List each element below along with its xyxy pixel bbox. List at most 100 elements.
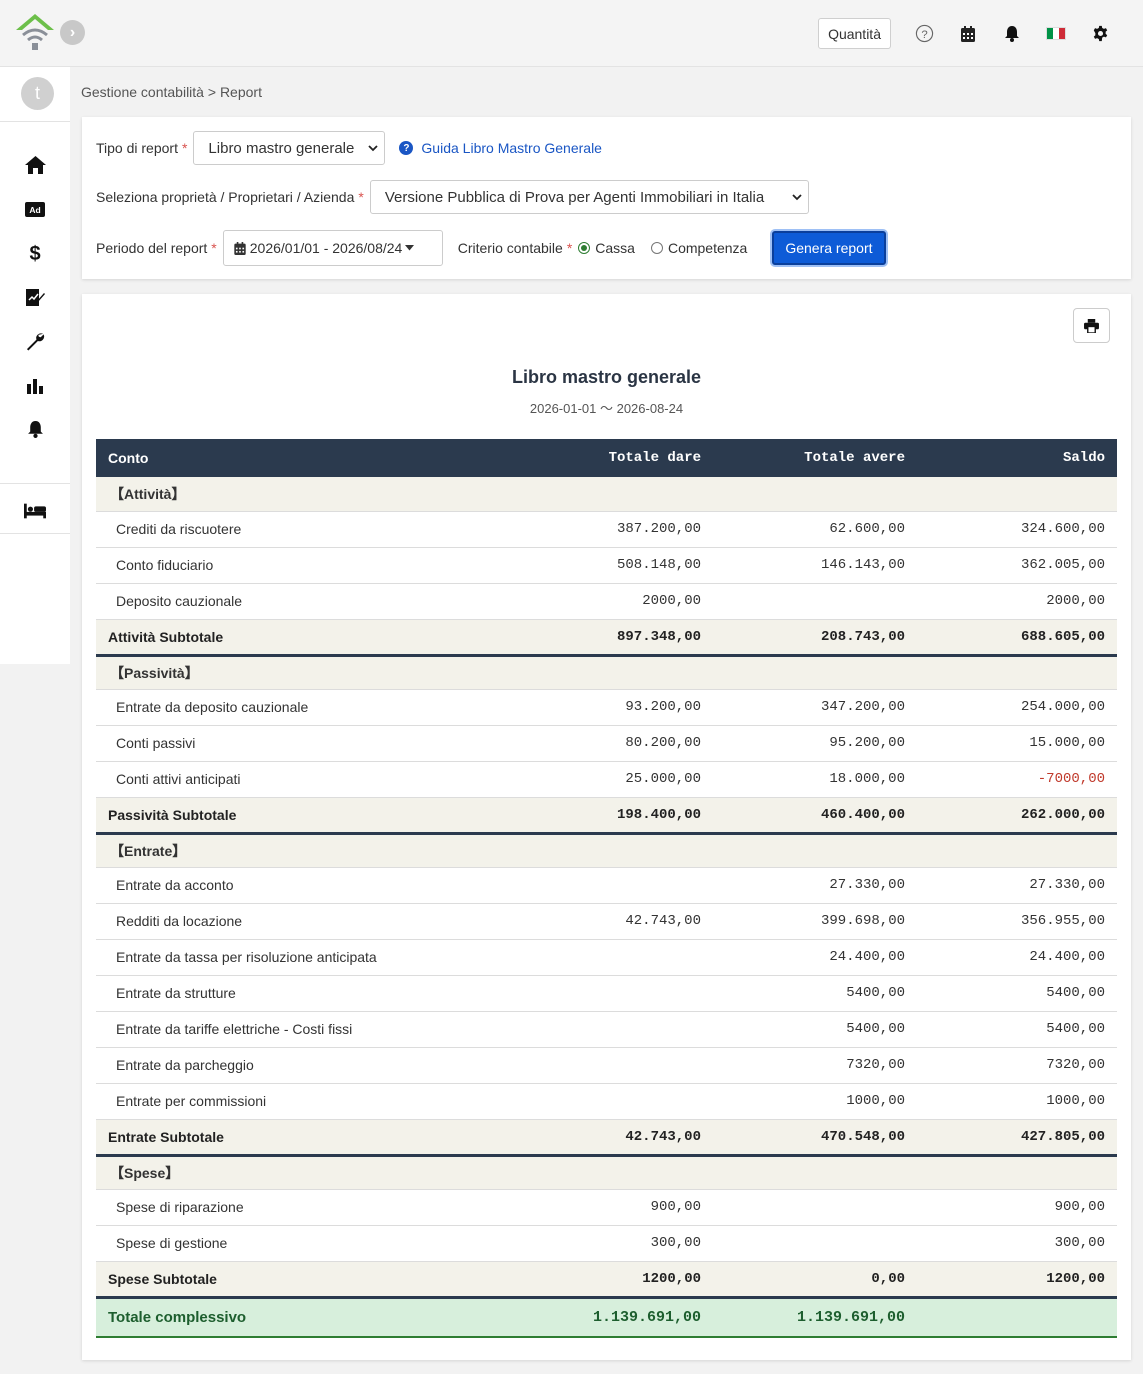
table-row[interactable]: Entrate per commissioni 1000,00 1000,00 (96, 1083, 1117, 1120)
property-value: Versione Pubblica di Prova per Agenti Im… (384, 188, 765, 206)
cash-option-label[interactable]: Cassa (595, 240, 635, 256)
account-name: Conti passivi (96, 725, 513, 762)
table-row[interactable]: Redditi da locazione 42.743,00 399.698,00 3… (96, 903, 1117, 940)
help-icon[interactable]: ? (913, 23, 935, 45)
table-row[interactable]: Entrate da parcheggio 7320,00 7320,00 (96, 1047, 1117, 1084)
ad-icon[interactable]: Ad (24, 198, 46, 220)
breadcrumb: Gestione contabilità > Report (81, 84, 262, 100)
report-filter-panel: Tipo di report * Libro mastro generale ?… (82, 117, 1131, 279)
account-name: Entrate da tassa per risoluzione anticip… (96, 939, 513, 976)
breadcrumb-parent[interactable]: Gestione contabilità (81, 84, 204, 100)
account-name: Entrate per commissioni (96, 1083, 513, 1120)
balance-value: 2000,00 (917, 583, 1117, 620)
column-header-account: Conto (96, 439, 513, 477)
account-name: Conto fiduciario (96, 547, 513, 584)
credit-value (713, 1225, 917, 1262)
credit-value: 399.698,00 (713, 903, 917, 940)
sidebar-divider (0, 121, 70, 122)
account-name: Entrate da parcheggio (96, 1047, 513, 1084)
subtotal-credit: 470.548,00 (713, 1119, 917, 1157)
subtotal-label: Attività Subtotale (96, 619, 513, 657)
table-row[interactable]: Conti attivi anticipati 25.000,00 18.000,0… (96, 761, 1117, 798)
cash-radio[interactable] (578, 242, 591, 254)
subtotal-debit: 198.400,00 (513, 797, 713, 835)
credit-value: 1000,00 (713, 1083, 917, 1120)
ledger-body: 【Attività】 Crediti da riscuotere 387.200,0… (96, 477, 1117, 1338)
balance-value: 254.000,00 (917, 689, 1117, 726)
table-row[interactable]: Entrate da acconto 27.330,00 27.330,00 (96, 867, 1117, 904)
account-name: Conti attivi anticipati (96, 761, 513, 798)
help-icon: ? (399, 141, 414, 155)
subtotal-debit: 42.743,00 (513, 1119, 713, 1157)
subtotal-credit: 0,00 (713, 1261, 917, 1299)
table-row[interactable]: Crediti da riscuotere 387.200,00 62.600,00… (96, 511, 1117, 548)
subtotal-row: Passività Subtotale 198.400,00 460.400,00 2… (96, 797, 1117, 835)
date-range-picker[interactable]: 2026/01/01 - 2026/08/24 (222, 230, 443, 266)
period-label: Periodo del report (96, 240, 208, 256)
calendar-icon[interactable] (957, 23, 979, 45)
table-row[interactable]: Conto fiduciario 508.148,00 146.143,00 362.… (96, 547, 1117, 584)
section-header-row: 【Passività】 (96, 655, 1117, 690)
required-mark: * (181, 140, 188, 156)
table-row[interactable]: Entrate da strutture 5400,00 5400,00 (96, 975, 1117, 1012)
balance-value: 5400,00 (917, 975, 1117, 1012)
accrual-radio[interactable] (650, 242, 663, 254)
section-header-row: 【Entrate】 (96, 833, 1117, 868)
section-title: 【Spese】 (96, 1155, 1117, 1190)
svg-text:Ad: Ad (29, 205, 40, 215)
debit-value (513, 975, 713, 1012)
generate-report-button[interactable]: Genera report (772, 231, 886, 265)
subtotal-balance: 262.000,00 (917, 797, 1117, 835)
print-button[interactable] (1073, 308, 1110, 343)
table-row[interactable]: Entrate da deposito cauzionale 93.200,00 3… (96, 689, 1117, 726)
top-bar: › Quantità ? (0, 0, 1143, 67)
gear-icon[interactable] (1089, 23, 1111, 45)
criterion-label: Criterio contabile (457, 240, 563, 256)
table-row[interactable]: Spese di gestione 300,00 300,00 (96, 1225, 1117, 1262)
notifications-icon[interactable] (24, 418, 46, 440)
credit-value: 24.400,00 (713, 939, 917, 976)
sidebar-divider (0, 533, 70, 534)
column-header-balance: Saldo (917, 439, 1117, 477)
grand-total-balance (917, 1296, 1117, 1338)
account-name: Spese di gestione (96, 1225, 513, 1262)
italy-flag-icon[interactable] (1045, 23, 1067, 45)
avatar[interactable]: t (21, 77, 54, 110)
bar-chart-icon[interactable] (24, 374, 46, 396)
required-mark: * (566, 240, 573, 256)
table-row[interactable]: Deposito cauzionale 2000,00 2000,00 (96, 583, 1117, 620)
bell-icon[interactable] (1001, 23, 1023, 45)
chevron-down-icon (368, 141, 379, 155)
subtotal-credit: 460.400,00 (713, 797, 917, 835)
home-icon[interactable] (24, 154, 46, 176)
credit-value: 7320,00 (713, 1047, 917, 1084)
printer-icon (1084, 318, 1099, 333)
quantity-button[interactable]: Quantità (818, 18, 891, 49)
svg-text:$: $ (29, 243, 40, 264)
calendar-icon (234, 241, 246, 255)
chevron-down-icon (792, 190, 802, 204)
dollar-icon[interactable]: $ (24, 242, 46, 264)
account-name: Entrate da acconto (96, 867, 513, 904)
guide-link[interactable]: ? Guida Libro Mastro Generale (399, 140, 602, 156)
sidebar-toggle-button[interactable]: › (60, 20, 85, 45)
bed-icon[interactable] (24, 500, 46, 522)
required-mark: * (211, 240, 217, 256)
contract-icon[interactable] (24, 286, 46, 308)
accrual-option-label[interactable]: Competenza (668, 240, 747, 256)
report-date-range: 2026-01-01 〜 2026-08-24 (529, 401, 684, 416)
sidebar-divider (0, 483, 70, 484)
table-row[interactable]: Spese di riparazione 900,00 900,00 (96, 1189, 1117, 1226)
report-type-select[interactable]: Libro mastro generale (193, 131, 386, 165)
column-header-credit: Totale avere (713, 439, 917, 477)
credit-value (713, 1189, 917, 1226)
guide-link-label: Guida Libro Mastro Generale (421, 140, 602, 156)
property-select[interactable]: Versione Pubblica di Prova per Agenti Im… (369, 180, 809, 214)
table-row[interactable]: Entrate da tassa per risoluzione anticip… (96, 939, 1117, 976)
section-title: 【Attività】 (96, 477, 1117, 512)
logo-icon[interactable] (14, 12, 56, 52)
wrench-icon[interactable] (24, 330, 46, 352)
table-row[interactable]: Conti passivi 80.200,00 95.200,00 15.000,00 (96, 725, 1117, 762)
table-row[interactable]: Entrate da tariffe elettriche - Costi fi… (96, 1011, 1117, 1048)
subtotal-credit: 208.743,00 (713, 619, 917, 657)
